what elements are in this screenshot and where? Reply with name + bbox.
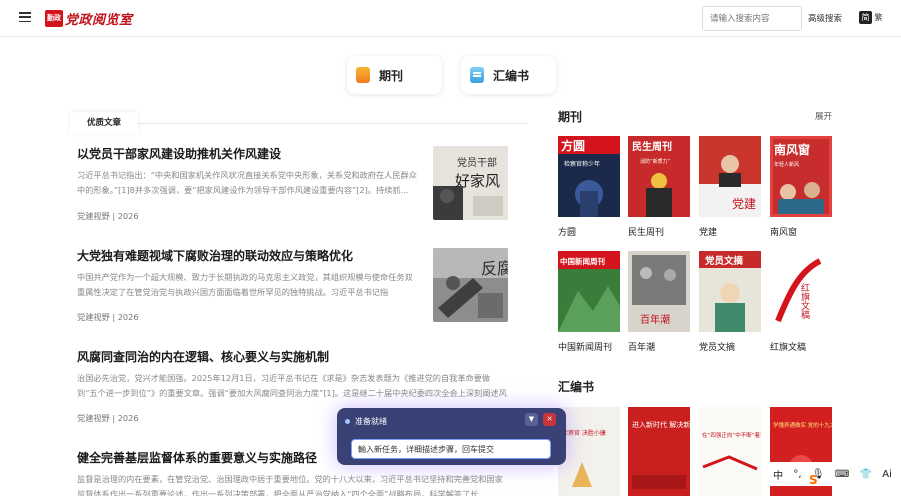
category-card-compilation[interactable]: 汇编书 xyxy=(461,56,556,94)
cover-title: 红旗文稿 xyxy=(799,282,810,320)
periodical-name[interactable]: 党建 xyxy=(699,225,717,238)
periodical-name[interactable]: 中国新闻周刊 xyxy=(558,340,612,353)
periodicals-heading: 期刊 xyxy=(558,110,583,124)
periodical-name[interactable]: 党员文摘 xyxy=(699,340,735,353)
periodical-cover[interactable]: 红旗文稿 xyxy=(770,251,832,332)
collapse-panel-button[interactable]: ▼ xyxy=(525,413,538,426)
periodical-cover[interactable]: 南风窗 年轻人新风 xyxy=(770,136,832,217)
cover-title: 党建 xyxy=(732,196,756,211)
periodical-name[interactable]: 红旗文稿 xyxy=(770,340,806,353)
periodical-cover[interactable]: 党建 xyxy=(699,136,761,217)
article-summary: 监督是治理的内在要素，在管党治党、治国理政中居于重要地位。党的十八大以来，习近平… xyxy=(77,474,503,496)
article-summary: 中国共产党作为一个超大规模、致力于长期执政的马克思主义政党，其组织规模与使命任务… xyxy=(77,272,413,297)
periodical-name[interactable]: 方圆 xyxy=(558,225,576,238)
periodical-cover[interactable]: 民生周刊 消防“新质力” xyxy=(628,136,690,217)
article-meta: 党建视野 | 2026 xyxy=(77,413,139,423)
menu-icon[interactable] xyxy=(19,12,31,23)
periodical-cover[interactable]: 中国新闻周刊 xyxy=(558,251,620,332)
cover-subtitle: 检察官称少年 xyxy=(564,160,600,168)
periodical-cover[interactable]: 百年潮 xyxy=(628,251,690,332)
periodical-cover[interactable]: 党员文摘 xyxy=(699,251,761,332)
ime-punctuation-toggle[interactable]: °, xyxy=(793,469,801,480)
panel-status-text: 准备就绪 xyxy=(355,417,387,426)
cover-title: 检察官 决胜小康 xyxy=(562,429,606,437)
keyboard-icon[interactable]: ⌨ xyxy=(835,469,849,480)
expand-periodicals-button[interactable]: 展开 xyxy=(815,110,832,122)
cover-title: 方圆 xyxy=(561,138,585,153)
article-title[interactable]: 风腐同查同治的内在逻辑、核心要义与实施机制 xyxy=(77,348,509,365)
compilation-cover[interactable]: 在“四强正向”中不断“着齐” xyxy=(699,407,761,496)
logo-text: 党政阅览室 xyxy=(65,12,133,28)
category-card-periodical[interactable]: 期刊 xyxy=(347,56,442,94)
advanced-search-link[interactable]: 高级搜索 xyxy=(808,12,842,24)
top-header: 勤政 党政阅览室 高级搜索 简 繁 xyxy=(0,0,901,37)
tab-quality-articles[interactable]: 优质文章 xyxy=(70,112,138,134)
cover-title: 南风窗 xyxy=(774,142,810,157)
svg-text:好家风: 好家风 xyxy=(455,172,500,190)
task-assistant-panel: 准备就绪 ▼ ✕ xyxy=(337,408,566,465)
periodical-name[interactable]: 南风窗 xyxy=(770,225,797,238)
article-summary: 治国必先治党，党兴才能国强。2025年12月1日，习近平总书记在《求是》杂志发表… xyxy=(77,373,507,398)
ai-icon[interactable]: Ai xyxy=(882,469,892,480)
article-thumbnail[interactable]: 反腐 xyxy=(433,248,508,322)
cover-title: 进入新时代 解决新难题 xyxy=(632,420,690,429)
search-input[interactable] xyxy=(702,6,802,31)
article-thumbnail[interactable]: 党员干部 好家风 xyxy=(433,146,508,220)
skin-icon[interactable]: 👕 xyxy=(860,469,872,480)
periodical-icon xyxy=(356,67,370,83)
cover-title: 中国新闻周刊 xyxy=(560,256,605,266)
svg-text:党员干部: 党员干部 xyxy=(457,156,497,169)
compilation-cover[interactable]: 进入新时代 解决新难题 xyxy=(628,407,690,496)
task-input[interactable] xyxy=(351,439,551,459)
ime-language-toggle[interactable]: 中 xyxy=(773,467,783,482)
periodical-cover[interactable]: 方圆 检察官称少年 xyxy=(558,136,620,217)
svg-text:反腐: 反腐 xyxy=(481,259,508,278)
close-panel-button[interactable]: ✕ xyxy=(543,413,556,426)
status-dot-icon xyxy=(345,419,350,424)
compilation-cover[interactable]: 检察官 决胜小康 xyxy=(558,407,620,496)
compilations-heading: 汇编书 xyxy=(558,380,595,394)
cover-title: 学懂弄通做实 党的十九大精神 xyxy=(773,421,832,429)
article-meta: 党建视野 | 2026 xyxy=(77,211,139,221)
cover-title: 党员文摘 xyxy=(705,255,744,267)
cover-title: 民生周刊 xyxy=(632,140,672,153)
lang-traditional-button[interactable]: 繁 xyxy=(872,11,885,24)
periodical-name[interactable]: 民生周刊 xyxy=(628,225,664,238)
section-divider xyxy=(70,123,528,124)
periodical-name[interactable]: 百年潮 xyxy=(628,340,655,353)
site-logo[interactable]: 勤政 党政阅览室 xyxy=(45,9,133,28)
category-label: 期刊 xyxy=(379,68,404,83)
lang-simplified-button[interactable]: 简 xyxy=(859,11,872,24)
ime-toolbar: S 中 °, 🎙 ⌨ 👕 Ai xyxy=(764,462,901,489)
language-toggle[interactable]: 简 繁 xyxy=(859,11,885,24)
logo-mark: 勤政 xyxy=(45,9,63,27)
article-meta: 党建视野 | 2026 xyxy=(77,312,139,322)
cover-subtitle: 年轻人新风 xyxy=(774,161,799,168)
article-summary: 习近平总书记指出：“中央和国家机关作风状况直接关系党中央形象，关系党和政府在人民… xyxy=(77,170,417,195)
cover-title: 在“四强正向”中不断“着齐” xyxy=(702,431,761,439)
cover-title: 百年潮 xyxy=(640,313,670,326)
cover-subtitle: 消防“新质力” xyxy=(640,158,671,165)
ime-logo-icon[interactable]: S xyxy=(809,471,818,489)
category-label: 汇编书 xyxy=(493,68,530,83)
compilation-book-icon xyxy=(470,67,484,83)
